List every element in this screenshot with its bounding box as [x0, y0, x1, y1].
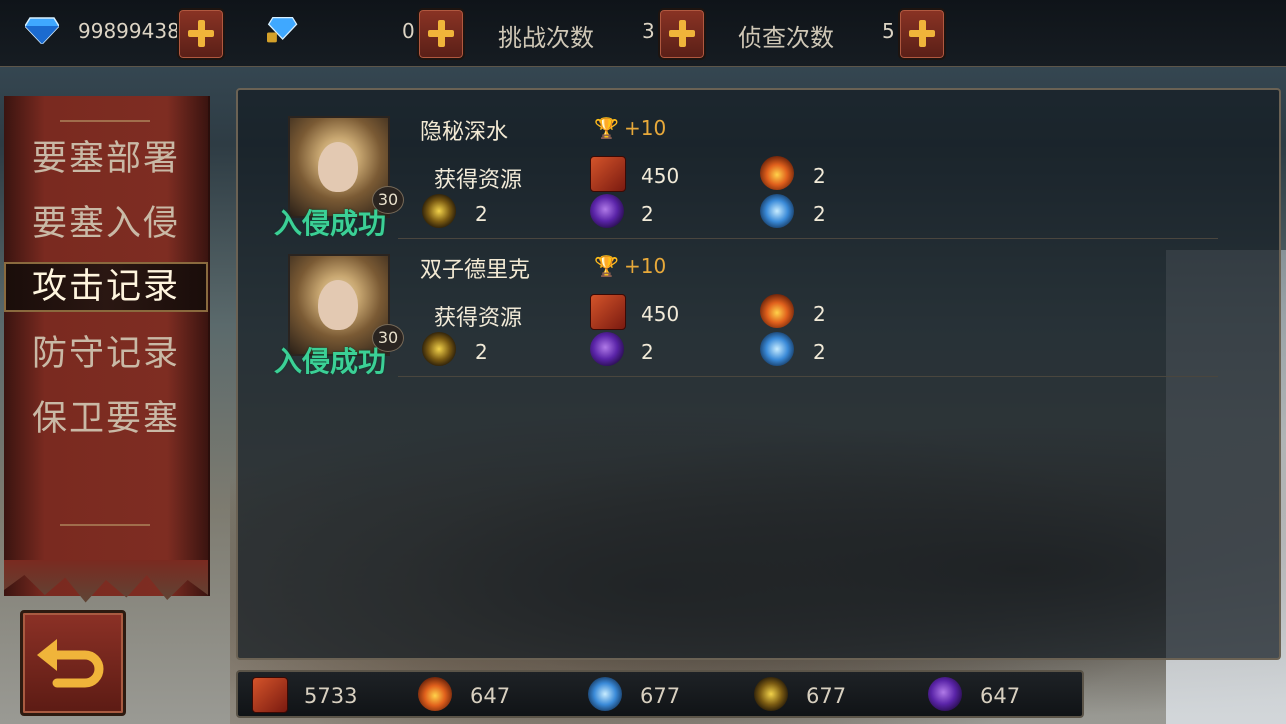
book-resource-icon [590, 156, 626, 192]
gold-ore-value: 2 [475, 202, 488, 226]
attack-records-panel: 30 入侵成功 隐秘深水 🏆 +10 获得资源 450 2 2 2 2 30 入… [236, 88, 1281, 660]
challenge-count-label: 挑战次数 [498, 24, 594, 52]
book-resource-icon [590, 294, 626, 330]
void-orb-icon [590, 332, 624, 366]
locked-diamond-count: 0 [402, 19, 415, 43]
ice-crystal-value: 2 [813, 340, 826, 364]
diamond-icon [25, 17, 59, 44]
record-divider [398, 376, 1218, 377]
menu-fortress-invade[interactable]: 要塞入侵 [4, 199, 208, 249]
trophy-change: +10 [624, 254, 667, 278]
gold-ore-icon [754, 677, 788, 711]
fire-resource-icon [760, 294, 794, 328]
fire-resource-icon [418, 677, 452, 711]
book-total: 5733 [304, 684, 358, 708]
attack-record-2[interactable]: 30 入侵成功 双子德里克 🏆 +10 获得资源 450 2 2 2 2 [238, 228, 1283, 378]
ice-crystal-value: 2 [813, 202, 826, 226]
scout-count-label: 侦查次数 [738, 24, 834, 52]
void-orb-value: 2 [641, 202, 654, 226]
return-arrow-icon [37, 639, 104, 688]
menu-fortress-deploy[interactable]: 要塞部署 [4, 134, 208, 184]
opponent-name: 双子德里克 [420, 258, 531, 283]
locked-diamond-icon [267, 17, 298, 43]
void-orb-icon [590, 194, 624, 228]
resources-gained-label: 获得资源 [434, 168, 523, 193]
add-scout-button[interactable] [898, 8, 946, 60]
book-resource-icon [252, 677, 288, 713]
fire-total: 647 [470, 684, 511, 708]
ornament-top [60, 120, 150, 132]
opponent-name: 隐秘深水 [420, 120, 509, 145]
add-challenge-button[interactable] [658, 8, 706, 60]
challenge-count: 3 [642, 19, 655, 43]
add-diamond-button[interactable] [177, 8, 225, 60]
invasion-status: 入侵成功 [274, 345, 387, 378]
book-resource-value: 450 [641, 164, 680, 188]
menu-attack-records[interactable]: 攻击记录 [4, 262, 208, 312]
trophy-icon: 🏆 [594, 116, 619, 140]
ice-crystal-icon [760, 194, 794, 228]
void-orb-icon [928, 677, 962, 711]
diamond-count: 99899438 [78, 19, 180, 43]
gold-total: 677 [806, 684, 847, 708]
gold-ore-value: 2 [475, 340, 488, 364]
top-resource-bar: 99899438 0 挑战次数 3 侦查次数 5 [0, 0, 1286, 67]
ornament-bottom [60, 524, 150, 536]
scout-count: 5 [882, 19, 895, 43]
trophy-icon: 🏆 [594, 254, 619, 278]
gold-ore-icon [422, 194, 456, 228]
gold-ore-icon [422, 332, 456, 366]
void-total: 647 [980, 684, 1021, 708]
fire-resource-value: 2 [813, 302, 826, 326]
ice-crystal-icon [588, 677, 622, 711]
menu-defend-fortress[interactable]: 保卫要塞 [4, 394, 208, 444]
resource-totals-bar: 5733 647 677 677 647 [236, 670, 1084, 718]
add-locked-diamond-button[interactable] [417, 8, 465, 60]
book-resource-value: 450 [641, 302, 680, 326]
void-orb-value: 2 [641, 340, 654, 364]
attack-record-1[interactable]: 30 入侵成功 隐秘深水 🏆 +10 获得资源 450 2 2 2 2 [238, 90, 1283, 240]
trophy-change: +10 [624, 116, 667, 140]
resources-gained-label: 获得资源 [434, 306, 523, 331]
menu-defense-records[interactable]: 防守记录 [4, 329, 208, 379]
ice-crystal-icon [760, 332, 794, 366]
fire-resource-icon [760, 156, 794, 190]
fire-resource-value: 2 [813, 164, 826, 188]
back-button[interactable] [20, 610, 126, 716]
ice-total: 677 [640, 684, 681, 708]
